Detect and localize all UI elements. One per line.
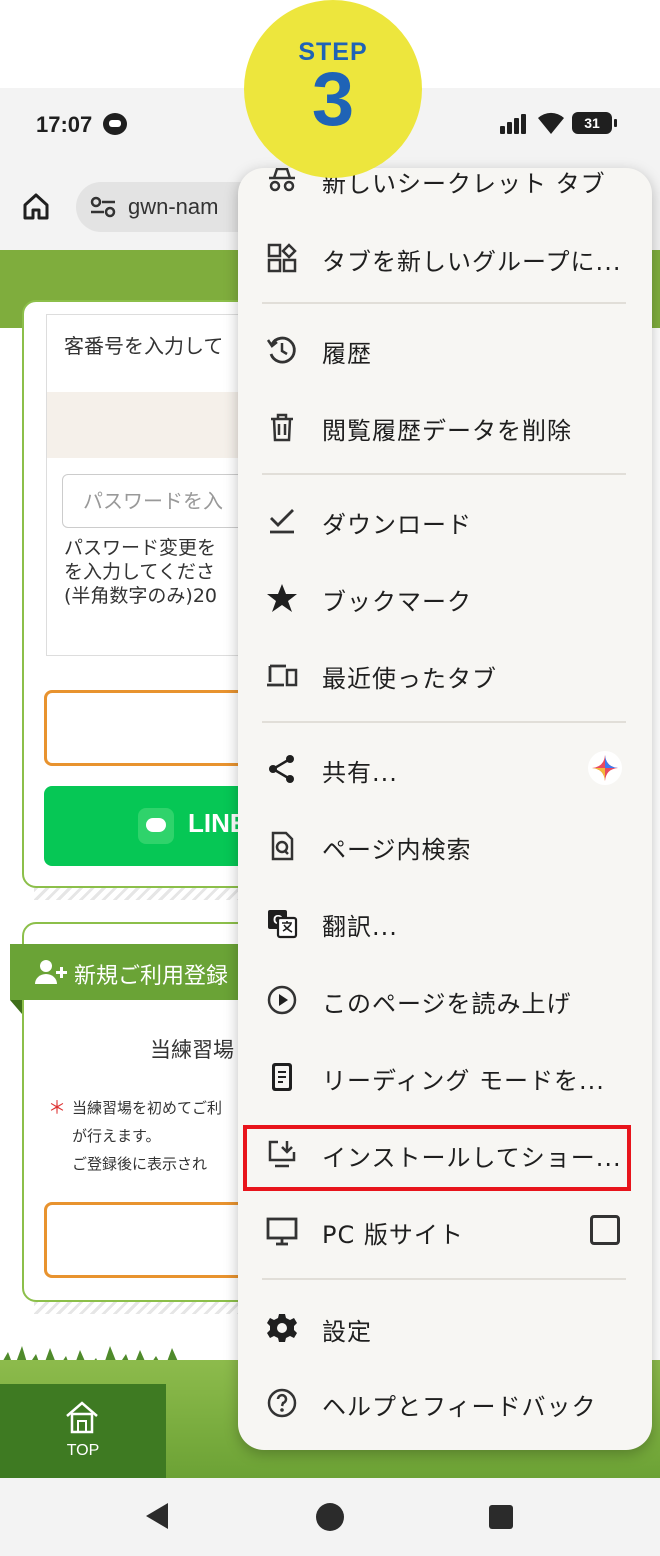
translate-icon: G (268, 910, 298, 939)
menu-divider (262, 473, 626, 475)
gemini-sparkle-icon (588, 751, 622, 785)
devices-icon (267, 664, 298, 687)
trash-icon (271, 413, 293, 442)
menu-item-share[interactable]: 共有... (238, 731, 652, 807)
menu-item-label: タブを新しいグループに... (322, 248, 622, 276)
register-note-line: が行えます。 (72, 1127, 161, 1145)
menu-item-label: ブックマーク (322, 588, 472, 616)
register-note: 当練習場を初めてご利 が行えます。 ご登録後に表示され (72, 1094, 222, 1178)
star-icon (267, 584, 297, 612)
url-text: gwn-nam (128, 194, 219, 219)
password-note: パスワード変更を を入力してくださ (半角数字のみ)20 (64, 536, 217, 608)
tab-group-icon (267, 243, 297, 273)
menu-item-label: PC 版サイト (322, 1221, 464, 1249)
share-icon (269, 755, 294, 783)
menu-item-recent-tabs[interactable]: 最近使ったタブ (238, 637, 652, 713)
ribbon-fold (10, 1000, 22, 1014)
menu-item-history[interactable]: 履歴 (238, 312, 652, 388)
battery-icon: 31 (572, 112, 617, 134)
password-note-line: (半角数字のみ)20 (64, 585, 218, 607)
home-icon[interactable] (22, 192, 50, 220)
step-badge: STEP 3 (244, 0, 422, 178)
menu-item-read-aloud[interactable]: このページを読み上げ (238, 962, 652, 1038)
help-icon (267, 1388, 297, 1418)
line-logo-icon (138, 808, 174, 844)
password-note-line: パスワード変更を (64, 537, 217, 559)
menu-item-help-feedback[interactable]: ヘルプとフィードバック (238, 1365, 652, 1441)
menu-item-label: ページ内検索 (322, 836, 472, 864)
line-notification-icon (103, 113, 127, 135)
menu-item-label: 履歴 (322, 340, 372, 368)
nav-top[interactable]: TOP (0, 1384, 166, 1478)
menu-item-downloads[interactable]: ダウンロード (238, 483, 652, 559)
menu-item-label: 設定 (322, 1318, 372, 1346)
menu-item-label: 閲覧履歴データを削除 (322, 417, 572, 445)
customer-number-prompt: 客番号を入力して (64, 334, 224, 358)
home-circle-icon[interactable] (316, 1503, 344, 1531)
practice-text: 当練習場 (150, 1038, 234, 1062)
menu-item-tab-group[interactable]: タブを新しいグループに... (238, 220, 652, 296)
menu-item-reading-mode[interactable]: リーディング モードを... (238, 1039, 652, 1115)
menu-item-label: 共有... (322, 759, 398, 787)
step-number: 3 (311, 57, 355, 142)
menu-item-new-incognito-tab[interactable]: 新しいシークレット タブ (238, 168, 652, 218)
site-settings-icon[interactable] (90, 196, 116, 218)
find-in-page-icon (271, 831, 294, 861)
menu-item-find-in-page[interactable]: ページ内検索 (238, 808, 652, 884)
register-note-line: 当練習場を初めてご利 (72, 1099, 223, 1117)
note-mark: ＊ (48, 1098, 66, 1119)
desktop-site-checkbox[interactable] (590, 1215, 620, 1245)
recents-icon[interactable] (489, 1505, 513, 1529)
menu-item-translate[interactable]: G 翻訳... (238, 885, 652, 961)
incognito-icon (269, 168, 295, 192)
download-icon (270, 509, 294, 534)
menu-item-clear-browsing-data[interactable]: 閲覧履歴データを削除 (238, 389, 652, 465)
system-navigation-bar (0, 1478, 660, 1556)
person-add-icon (35, 960, 67, 984)
menu-item-desktop-site[interactable]: PC 版サイト (238, 1193, 652, 1269)
wifi-icon (538, 112, 564, 134)
menu-item-label: 最近使ったタブ (322, 665, 497, 693)
menu-item-bookmarks[interactable]: ブックマーク (238, 560, 652, 636)
nav-top-label: TOP (66, 1442, 100, 1459)
back-icon[interactable] (146, 1503, 168, 1529)
status-time: 17:07 (36, 112, 93, 137)
menu-item-label: 新しいシークレット タブ (322, 170, 606, 198)
menu-divider (262, 1278, 626, 1280)
desktop-icon (266, 1217, 298, 1246)
menu-item-label: ダウンロード (322, 511, 472, 539)
password-note-line: を入力してくださ (64, 561, 215, 583)
register-heading: 新規ご利用登録 (74, 964, 229, 989)
menu-item-label: リーディング モードを... (322, 1067, 605, 1095)
menu-divider (262, 302, 626, 304)
play-circle-icon (267, 985, 297, 1015)
house-icon (66, 1401, 98, 1434)
signal-icon (500, 114, 526, 134)
settings-icon (267, 1314, 297, 1342)
menu-item-label: このページを読み上げ (322, 990, 572, 1018)
menu-item-settings[interactable]: 設定 (238, 1290, 652, 1366)
install-item-highlight (243, 1125, 631, 1191)
menu-divider (262, 721, 626, 723)
browser-overflow-menu: 新しいシークレット タブ タブを新しいグループに... 履歴 閲覧履歴データを削… (238, 168, 652, 1450)
history-icon (266, 336, 296, 364)
register-note-line: ご登録後に表示され (72, 1155, 208, 1173)
menu-item-label: ヘルプとフィードバック (322, 1393, 597, 1421)
reading-mode-icon (272, 1063, 292, 1091)
menu-item-label: 翻訳... (322, 913, 398, 941)
